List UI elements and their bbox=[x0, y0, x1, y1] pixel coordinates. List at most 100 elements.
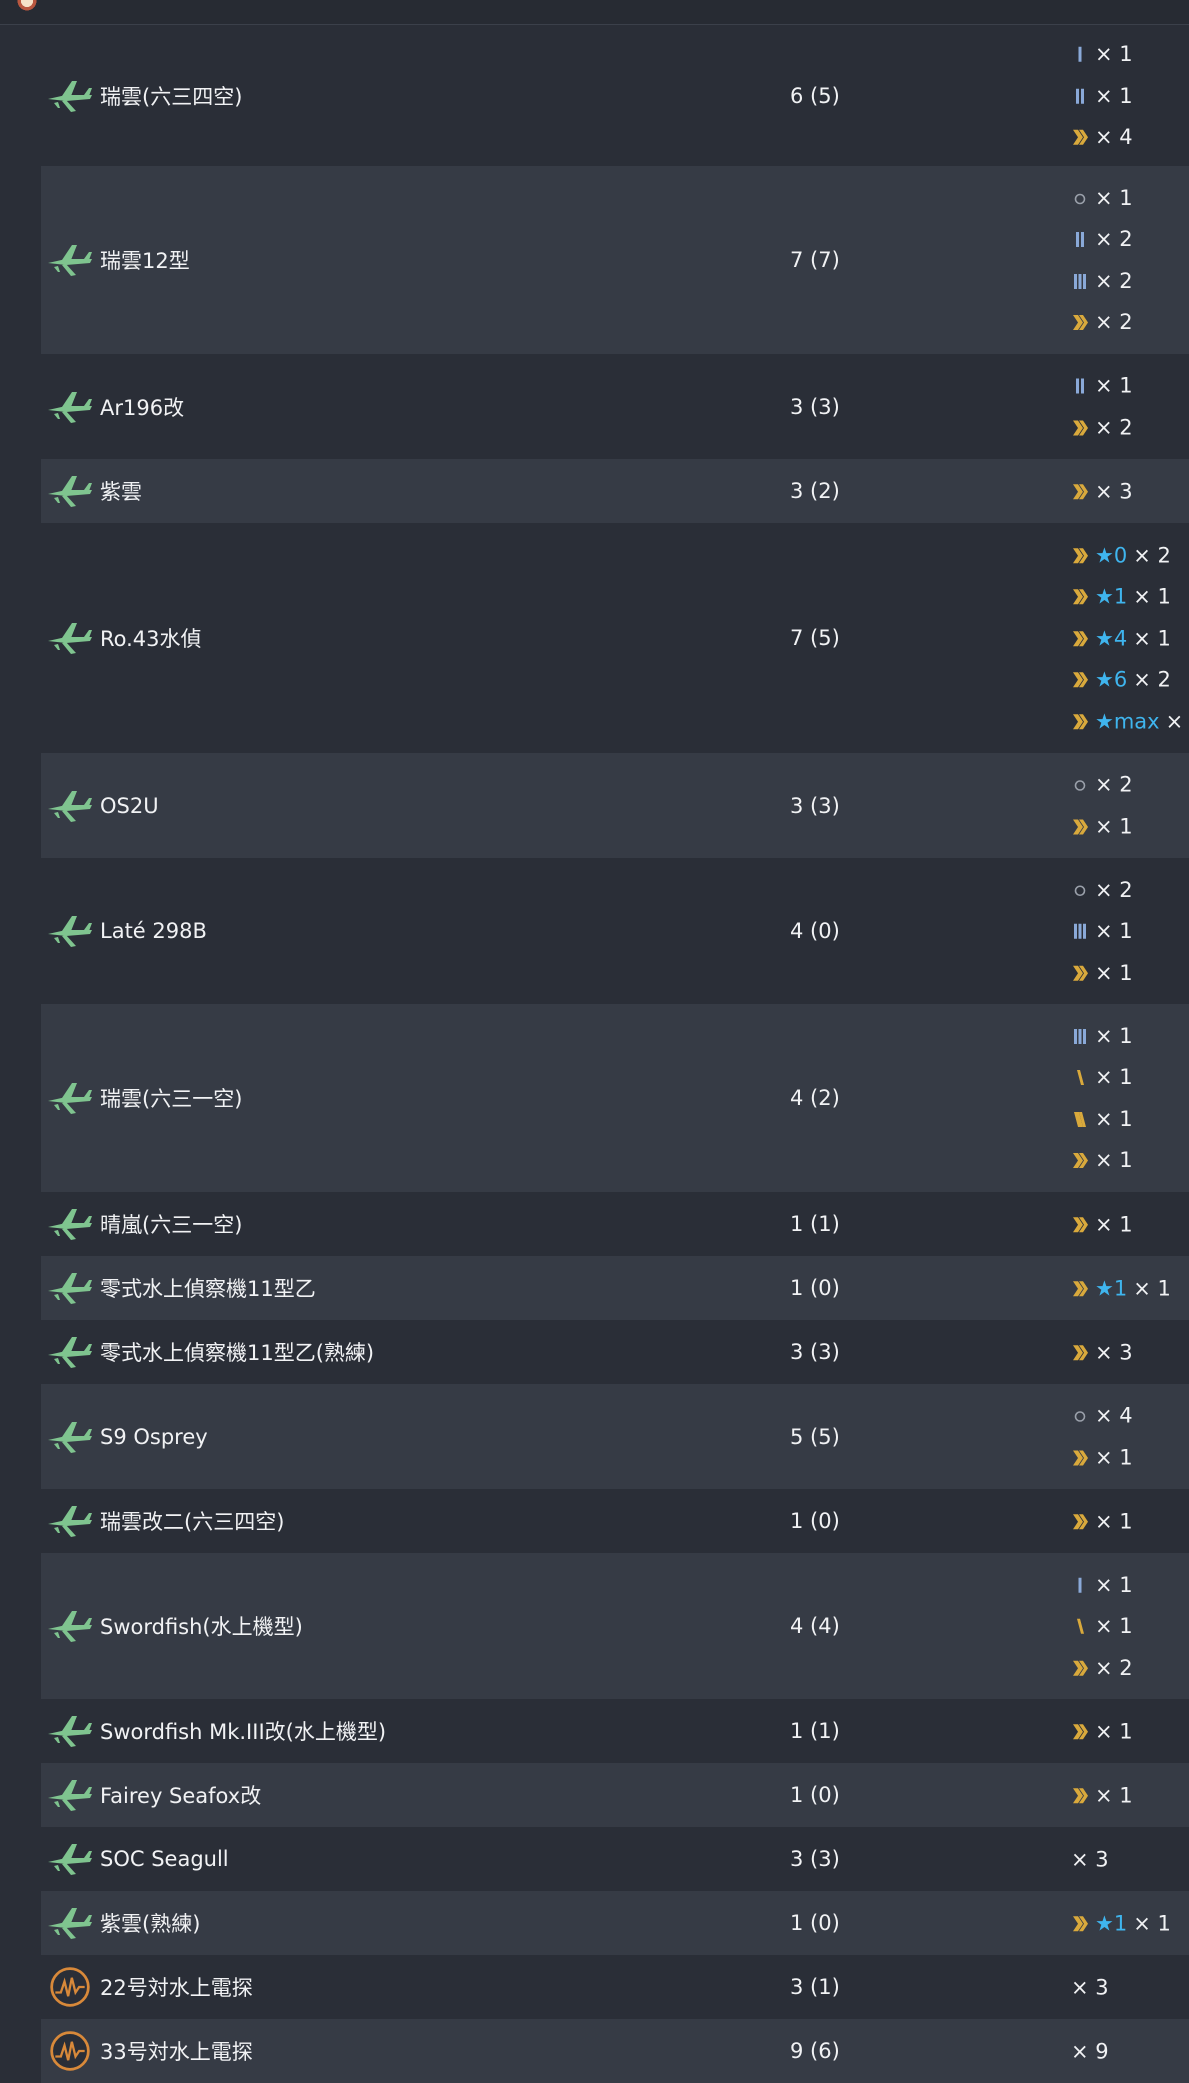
list-item[interactable]: 瑞雲(六三四空) 6 (5) × 1 × 1 × 4 bbox=[41, 25, 1189, 166]
improvement-star-label: ★6 bbox=[1095, 667, 1128, 692]
proficiency-breakdown: × 1 × 1 × 2 bbox=[1071, 1564, 1133, 1689]
list-item[interactable]: Swordfish(水上機型) 4 (4) × 1 × 1 × 2 bbox=[41, 1553, 1189, 1699]
seaplane-icon bbox=[46, 785, 94, 827]
proficiency-count: × 2 bbox=[1095, 415, 1133, 440]
proficiency-chevron-icon bbox=[1071, 1616, 1089, 1636]
list-item[interactable]: 瑞雲12型 7 (7) × 1 × 2 × 2 × 2 bbox=[41, 166, 1189, 354]
list-item[interactable]: 紫雲 3 (2) × 3 bbox=[41, 459, 1189, 523]
proficiency-line: × 1 bbox=[1071, 1564, 1133, 1606]
proficiency-chevron-icon bbox=[1071, 417, 1089, 437]
proficiency-chevron-icon bbox=[1071, 1406, 1089, 1426]
proficiency-line: × 1 bbox=[1071, 177, 1133, 219]
equipment-list: 瑞雲(六三四空) 6 (5) × 1 × 1 × 4 瑞雲12型 7 (7) × 1 × 2 × … bbox=[41, 25, 1189, 2083]
proficiency-line: × 1 bbox=[1071, 33, 1133, 75]
proficiency-line: ★1 × 1 bbox=[1071, 1267, 1171, 1309]
proficiency-chevron-icon bbox=[1071, 775, 1089, 795]
list-item[interactable]: 零式水上偵察機11型乙(熟練) 3 (3) × 3 bbox=[41, 1320, 1189, 1384]
list-item[interactable]: Ar196改 3 (3) × 1 × 2 bbox=[41, 354, 1189, 459]
proficiency-breakdown: ★0× 2★1× 1★4× 1★6× 2★max× 1 bbox=[1071, 534, 1189, 742]
proficiency-chevron-icon bbox=[1071, 1511, 1089, 1531]
proficiency-count: × 2 bbox=[1133, 667, 1171, 692]
list-item[interactable]: S9 Osprey 5 (5) × 4 × 1 bbox=[41, 1384, 1189, 1489]
improvement-star-label: ★1 bbox=[1095, 584, 1128, 609]
proficiency-chevron-icon bbox=[1071, 1150, 1089, 1170]
equipment-count: 3 (3) bbox=[790, 394, 840, 419]
proficiency-line: × 2 bbox=[1071, 764, 1133, 806]
proficiency-count: × 1 bbox=[1095, 373, 1133, 398]
proficiency-line: × 9 bbox=[1071, 2030, 1109, 2072]
proficiency-count: × 2 bbox=[1095, 310, 1133, 335]
proficiency-line: ★6 × 2 bbox=[1071, 659, 1189, 701]
seaplane-icon bbox=[46, 910, 94, 952]
proficiency-count: × 3 bbox=[1071, 1847, 1109, 1871]
proficiency-breakdown: × 2 × 1 bbox=[1071, 764, 1133, 847]
proficiency-count: × 1 bbox=[1095, 1445, 1133, 1470]
proficiency-line: × 3 bbox=[1071, 470, 1133, 512]
proficiency-line: × 1 bbox=[1071, 1710, 1133, 1752]
list-item[interactable]: Ro.43水偵7 (5)★0× 2★1× 1★4× 1★6× 2★max× 1 bbox=[41, 523, 1189, 753]
list-item[interactable]: 22号対水上電探 3 (1) × 3 bbox=[41, 1955, 1189, 2019]
proficiency-line: × 1 bbox=[1071, 1098, 1133, 1140]
proficiency-breakdown: ★1 × 1 bbox=[1071, 1902, 1171, 1944]
proficiency-count: × 2 bbox=[1095, 772, 1133, 797]
list-item[interactable]: Fairey Seafox改 1 (0) × 1 bbox=[41, 1763, 1189, 1827]
proficiency-count: × 1 bbox=[1133, 1911, 1171, 1935]
list-item[interactable]: Laté 298B 4 (0) × 2 × 1 × 1 bbox=[41, 858, 1189, 1004]
seaplane-icon bbox=[46, 470, 94, 512]
list-item[interactable]: 瑞雲改二(六三四空) 1 (0) × 1 bbox=[41, 1489, 1189, 1553]
proficiency-line: × 2 bbox=[1071, 1647, 1133, 1689]
equipment-name: 晴嵐(六三一空) bbox=[100, 1213, 243, 1237]
seaplane-icon bbox=[46, 1605, 94, 1647]
proficiency-line: × 1 bbox=[1071, 1140, 1133, 1182]
equipment-count: 4 (2) bbox=[790, 1086, 840, 1110]
proficiency-line: × 1 bbox=[1071, 1500, 1133, 1542]
proficiency-chevron-icon bbox=[1071, 1447, 1089, 1467]
proficiency-chevron-icon bbox=[1071, 376, 1089, 396]
proficiency-chevron-icon bbox=[1071, 1913, 1089, 1933]
proficiency-chevron-icon bbox=[1071, 481, 1089, 501]
list-item[interactable]: 零式水上偵察機11型乙 1 (0) ★1 × 1 bbox=[41, 1256, 1189, 1320]
seaplane-icon bbox=[46, 75, 94, 117]
proficiency-count: × 2 bbox=[1095, 1655, 1133, 1680]
list-item[interactable]: Swordfish Mk.III改(水上機型) 1 (1) × 1 bbox=[41, 1699, 1189, 1763]
proficiency-count: × 1 bbox=[1095, 1614, 1133, 1638]
list-item[interactable]: 晴嵐(六三一空) 1 (1) × 1 bbox=[41, 1192, 1189, 1256]
proficiency-breakdown: × 1 × 1 × 4 bbox=[1071, 33, 1133, 158]
proficiency-chevron-icon bbox=[1071, 312, 1089, 332]
list-item[interactable]: 33号対水上電探 9 (6) × 9 bbox=[41, 2019, 1189, 2083]
proficiency-count: × 3 bbox=[1095, 1340, 1133, 1364]
proficiency-line: × 3 bbox=[1071, 1331, 1133, 1373]
proficiency-line: × 1 bbox=[1071, 952, 1133, 994]
list-item[interactable]: 紫雲(熟練) 1 (0) ★1 × 1 bbox=[41, 1891, 1189, 1955]
equipment-name: 33号対水上電探 bbox=[100, 2040, 253, 2064]
proficiency-chevron-icon bbox=[1071, 1067, 1089, 1087]
seaplane-icon bbox=[46, 1774, 94, 1816]
proficiency-chevron-icon bbox=[1071, 44, 1089, 64]
proficiency-line: × 2 bbox=[1071, 260, 1133, 302]
proficiency-chevron-icon bbox=[1071, 545, 1089, 565]
proficiency-line: × 1 bbox=[1071, 1605, 1133, 1647]
list-item[interactable]: SOC Seagull 3 (3) × 3 bbox=[41, 1827, 1189, 1891]
proficiency-line: × 3 bbox=[1071, 1838, 1109, 1880]
proficiency-line: ★1 × 1 bbox=[1071, 576, 1189, 618]
proficiency-chevron-icon bbox=[1071, 1214, 1089, 1234]
radar-icon bbox=[46, 1966, 94, 2008]
equipment-count: 5 (5) bbox=[790, 1424, 840, 1449]
proficiency-count: × 1 bbox=[1095, 1106, 1133, 1131]
equipment-name: Swordfish(水上機型) bbox=[100, 1615, 303, 1639]
proficiency-line: × 1 bbox=[1071, 1203, 1133, 1245]
seaplane-icon bbox=[46, 1203, 94, 1245]
equipment-count: 7 (7) bbox=[790, 248, 840, 272]
proficiency-line: × 1 bbox=[1071, 806, 1133, 848]
list-item[interactable]: OS2U 3 (3) × 2 × 1 bbox=[41, 753, 1189, 858]
equipment-name: 瑞雲12型 bbox=[100, 249, 190, 273]
proficiency-chevron-icon bbox=[1071, 816, 1089, 836]
proficiency-breakdown: × 2 × 1 × 1 bbox=[1071, 869, 1133, 994]
avatar[interactable] bbox=[14, 0, 40, 12]
proficiency-line: × 1 bbox=[1071, 1015, 1133, 1057]
list-item[interactable]: 瑞雲(六三一空) 4 (2) × 1 × 1 × 1 × 1 bbox=[41, 1004, 1189, 1192]
proficiency-chevron-icon bbox=[1071, 188, 1089, 208]
equipment-name: OS2U bbox=[100, 793, 159, 818]
equipment-name: S9 Osprey bbox=[100, 1424, 208, 1449]
proficiency-chevron-icon bbox=[1071, 1575, 1089, 1595]
